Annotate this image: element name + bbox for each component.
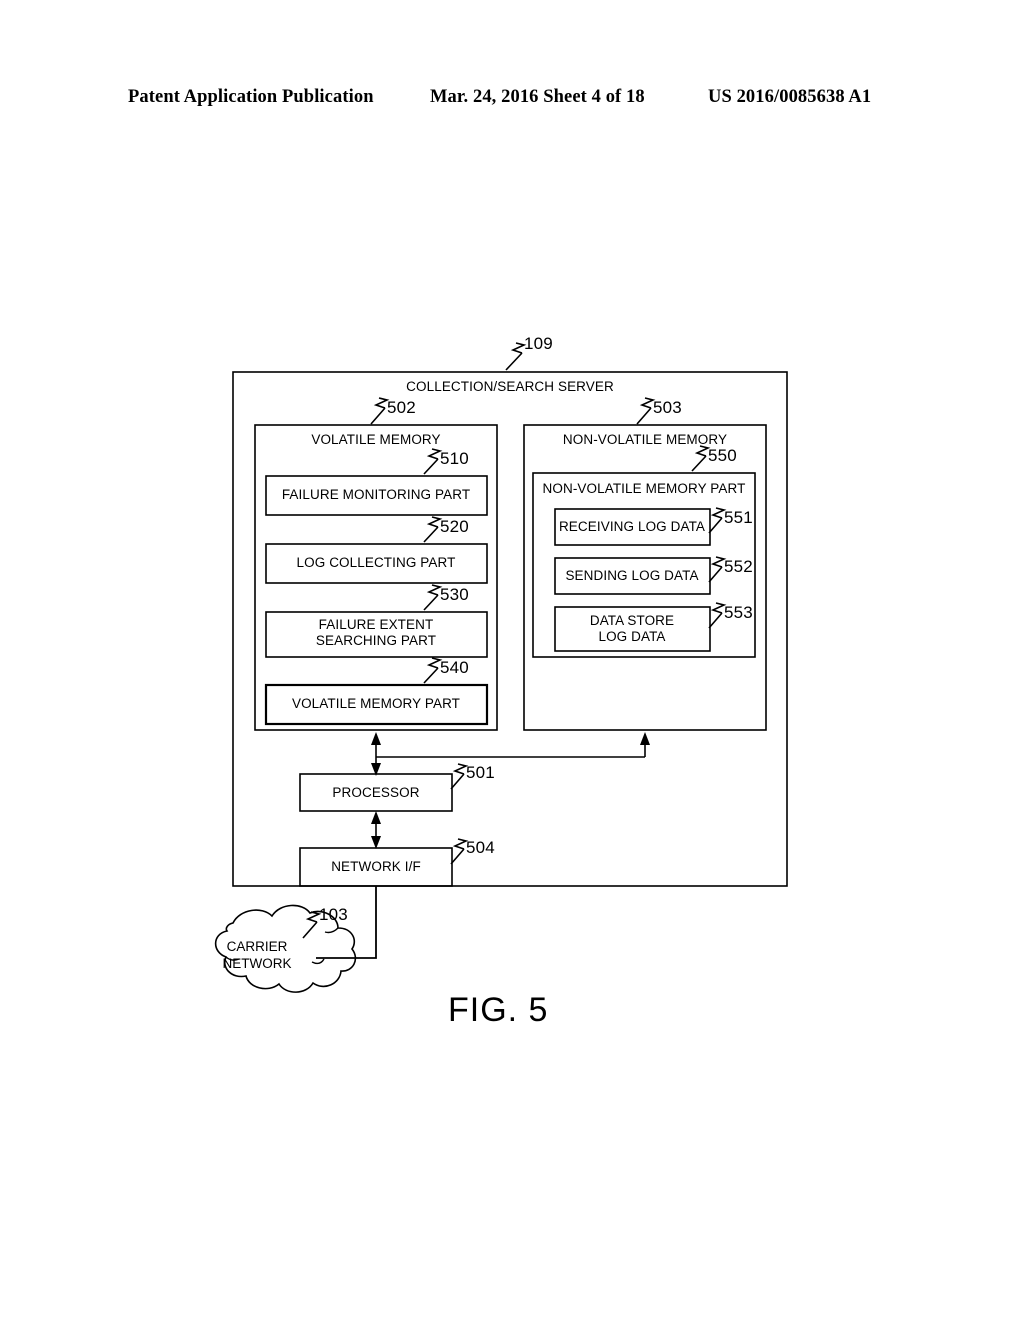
patent-figure-5: 109 COLLECTION/SEARCH SERVER 502 VOLATIL… bbox=[0, 0, 1024, 1320]
volatile-memory-part-label: VOLATILE MEMORY PART bbox=[291, 696, 461, 711]
processor-label: PROCESSOR bbox=[332, 785, 420, 800]
receiving-log-data-label: RECEIVING LOG DATA bbox=[558, 519, 706, 534]
ref-502: 502 bbox=[387, 398, 416, 417]
ref-552: 552 bbox=[724, 557, 753, 576]
volatile-memory-title: VOLATILE MEMORY bbox=[311, 432, 441, 447]
non-volatile-memory-part-title: NON-VOLATILE MEMORY PART bbox=[542, 481, 746, 496]
ref-109: 109 bbox=[524, 334, 553, 353]
ref-503: 503 bbox=[653, 398, 682, 417]
ref-550: 550 bbox=[708, 446, 737, 465]
arrowhead-up-processor bbox=[371, 811, 381, 824]
ref-501: 501 bbox=[466, 763, 495, 782]
collection-search-server-title: COLLECTION/SEARCH SERVER bbox=[406, 379, 614, 394]
ref-510: 510 bbox=[440, 449, 469, 468]
log-collecting-part-label: LOG COLLECTING PART bbox=[296, 555, 456, 570]
failure-monitoring-part-label: FAILURE MONITORING PART bbox=[281, 487, 471, 502]
ref-530: 530 bbox=[440, 585, 469, 604]
figure-caption: FIG. 5 bbox=[448, 991, 549, 1029]
ref-551: 551 bbox=[724, 508, 753, 527]
data-store-log-data-label: DATA STORE LOG DATA bbox=[589, 613, 675, 644]
bus-branch-non-volatile bbox=[376, 742, 646, 758]
ref-553: 553 bbox=[724, 603, 753, 622]
network-if-label: NETWORK I/F bbox=[331, 859, 421, 874]
ref-540: 540 bbox=[440, 658, 469, 677]
failure-extent-searching-part-label: FAILURE EXTENT SEARCHING PART bbox=[315, 617, 437, 648]
arrowhead-up-non-volatile bbox=[640, 732, 650, 745]
ref-520: 520 bbox=[440, 517, 469, 536]
arrowhead-up-volatile bbox=[371, 732, 381, 745]
sending-log-data-label: SENDING LOG DATA bbox=[565, 568, 699, 583]
carrier-network-label: CARRIER NETWORK bbox=[222, 939, 292, 971]
ref-103: 103 bbox=[319, 905, 348, 924]
non-volatile-memory-title: NON-VOLATILE MEMORY bbox=[562, 432, 728, 447]
ref-504: 504 bbox=[466, 838, 495, 857]
figure-drawing bbox=[214, 342, 788, 993]
arrowhead-down-network bbox=[371, 836, 381, 849]
